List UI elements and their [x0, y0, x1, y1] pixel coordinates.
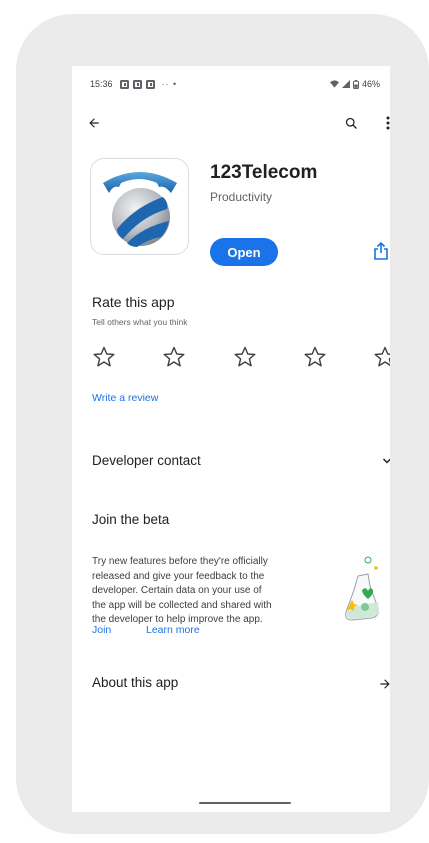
app-category[interactable]: Productivity [210, 190, 272, 204]
beta-description: Try new features before they're official… [92, 555, 322, 628]
share-button[interactable] [370, 240, 390, 262]
notification-b-icon [132, 79, 142, 89]
device-frame: 15:36 ·· • 46% 123Telecom Productivity O… [16, 14, 429, 834]
top-app-bar [72, 110, 390, 136]
notification-b-icon [119, 79, 129, 89]
star-icon-4[interactable] [303, 345, 327, 369]
beta-line: released and give your feedback to the [92, 570, 265, 582]
gesture-nav-handle[interactable] [199, 802, 291, 804]
battery-percent: 46% [361, 79, 380, 89]
status-more-dots: ·· • [161, 79, 178, 89]
developer-contact-row[interactable]: Developer contact [92, 453, 390, 473]
star-rating [92, 345, 390, 375]
more-options-button[interactable] [382, 113, 390, 133]
rate-app-subtitle: Tell others what you think [92, 317, 188, 327]
beta-line: the developer to help improve the app. [92, 614, 263, 625]
open-button[interactable]: Open [210, 238, 278, 266]
chevron-down-icon [382, 458, 390, 464]
search-button[interactable] [341, 113, 361, 133]
learn-more-link[interactable]: Learn more [146, 624, 200, 636]
app-icon [90, 158, 189, 255]
star-icon-1[interactable] [92, 345, 116, 369]
share-icon [374, 242, 388, 260]
beta-line: the app will be collected and shared wit… [92, 599, 272, 611]
beta-title: Join the beta [92, 512, 170, 527]
beta-flask-illustration [345, 556, 379, 621]
beta-line: Try new features before they're official… [92, 556, 268, 567]
star-icon-2[interactable] [162, 345, 186, 369]
beta-line: developer. Certain data on your use of [92, 585, 262, 596]
status-right: 46% [329, 79, 380, 89]
status-bar: 15:36 ·· • 46% [90, 77, 380, 91]
battery-icon [352, 79, 359, 89]
rate-app-title: Rate this app [92, 294, 175, 310]
about-app-label: About this app [92, 675, 179, 690]
phone-screen: 15:36 ·· • 46% 123Telecom Productivity O… [72, 66, 390, 812]
write-review-link[interactable]: Write a review [92, 392, 158, 404]
wifi-icon [329, 80, 339, 88]
search-icon [345, 117, 357, 129]
signal-icon [341, 80, 350, 88]
star-icon-3[interactable] [233, 345, 257, 369]
arrow-forward-icon [380, 679, 390, 689]
back-button[interactable] [84, 113, 104, 133]
star-icon-5[interactable] [373, 345, 390, 369]
arrow-back-icon [89, 118, 99, 128]
about-app-row[interactable]: About this app [92, 675, 390, 695]
developer-contact-label: Developer contact [92, 453, 201, 468]
notification-b-icon [145, 79, 155, 89]
join-beta-link[interactable]: Join [92, 624, 111, 636]
telephone-globe-logo-icon [103, 172, 177, 247]
more-vert-icon [386, 116, 390, 130]
app-title: 123Telecom [210, 162, 318, 183]
status-time: 15:36 [90, 79, 113, 89]
